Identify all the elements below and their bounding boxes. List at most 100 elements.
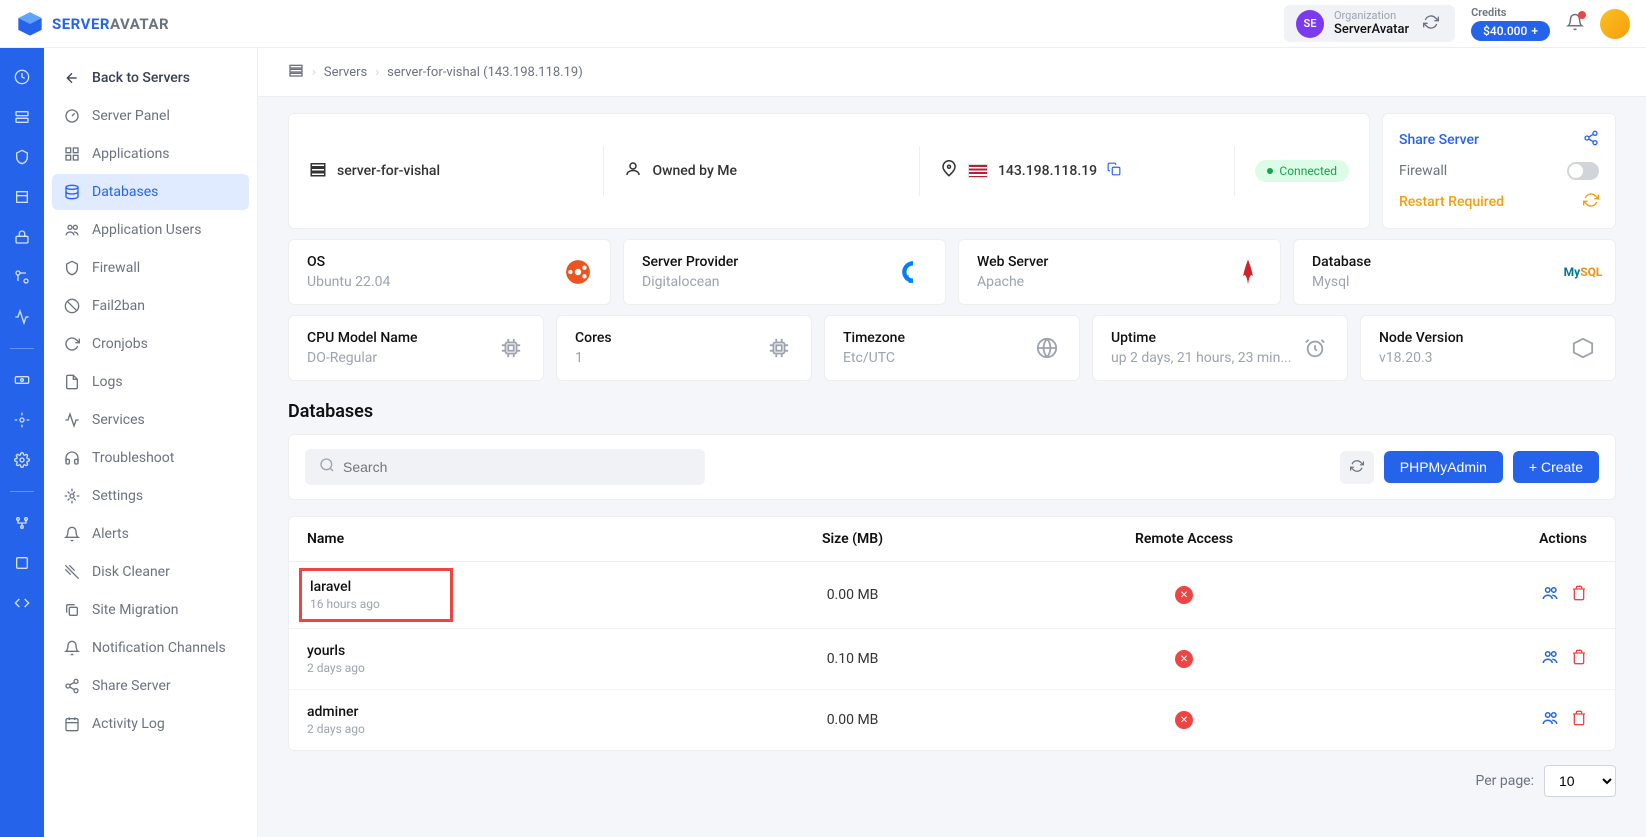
info-card-timezone: TimezoneEtc/UTC bbox=[824, 315, 1080, 381]
info-value: Digitalocean bbox=[642, 274, 738, 290]
users-icon bbox=[64, 222, 80, 238]
refresh-button[interactable] bbox=[1340, 451, 1374, 484]
th-remote: Remote Access bbox=[1018, 517, 1350, 562]
info-row-1: OSUbuntu 22.04Server ProviderDigitalocea… bbox=[288, 239, 1616, 305]
trash-icon[interactable] bbox=[1571, 710, 1587, 730]
copy-icon[interactable] bbox=[1107, 162, 1121, 180]
sidebar-item-activity-log[interactable]: Activity Log bbox=[52, 706, 249, 742]
sidebar-item-troubleshoot[interactable]: Troubleshoot bbox=[52, 440, 249, 476]
credits-label: Credits bbox=[1471, 6, 1550, 19]
cell-name[interactable]: laravel16 hours ago bbox=[289, 562, 687, 629]
sidebar-item-settings[interactable]: Settings bbox=[52, 478, 249, 514]
sidebar-item-site-migration[interactable]: Site Migration bbox=[52, 592, 249, 628]
info-label: Server Provider bbox=[642, 254, 738, 270]
sidebar: Back to Servers Server PanelApplications… bbox=[44, 48, 258, 837]
sidebar-item-application-users[interactable]: Application Users bbox=[52, 212, 249, 248]
credits-pill[interactable]: $40.000 + bbox=[1471, 21, 1550, 41]
breadcrumb: › Servers › server-for-vishal (143.198.1… bbox=[258, 48, 1646, 97]
sidebar-item-label: Activity Log bbox=[92, 716, 165, 732]
restart-icon[interactable] bbox=[1583, 192, 1599, 212]
search-box[interactable] bbox=[305, 449, 705, 485]
info-card-database: DatabaseMysqlMySQL bbox=[1293, 239, 1616, 305]
nav-item-10-icon[interactable] bbox=[13, 451, 31, 469]
breadcrumb-servers[interactable]: Servers bbox=[324, 65, 367, 80]
sidebar-item-disk-cleaner[interactable]: Disk Cleaner bbox=[52, 554, 249, 590]
firewall-toggle[interactable] bbox=[1567, 162, 1599, 180]
nav-item-5-icon[interactable] bbox=[13, 228, 31, 246]
sidebar-item-firewall[interactable]: Firewall bbox=[52, 250, 249, 286]
avatar[interactable] bbox=[1600, 9, 1630, 39]
sidebar-item-label: Troubleshoot bbox=[92, 450, 174, 466]
info-value: DO-Regular bbox=[307, 350, 418, 366]
org-refresh-icon[interactable] bbox=[1419, 10, 1443, 38]
sidebar-item-fail2ban[interactable]: Fail2ban bbox=[52, 288, 249, 324]
sidebar-item-notification-channels[interactable]: Notification Channels bbox=[52, 630, 249, 666]
cell-size: 0.00 MB bbox=[687, 562, 1019, 629]
ubuntu-icon bbox=[564, 258, 592, 286]
arrow-left-icon bbox=[64, 70, 80, 86]
users-action-icon[interactable] bbox=[1541, 584, 1559, 606]
search-input[interactable] bbox=[343, 459, 691, 475]
sidebar-item-share-server[interactable]: Share Server bbox=[52, 668, 249, 704]
breadcrumb-home-icon[interactable] bbox=[288, 62, 304, 82]
logo[interactable]: SERVERAVATAR bbox=[16, 10, 169, 38]
nav-item-13-icon[interactable] bbox=[13, 594, 31, 612]
nav-servers-icon[interactable] bbox=[13, 108, 31, 126]
nav-item-8-icon[interactable] bbox=[13, 371, 31, 389]
cell-remote: ✕ bbox=[1018, 690, 1350, 751]
create-button[interactable]: + Create bbox=[1513, 451, 1599, 483]
info-row-2: CPU Model NameDO-RegularCores1TimezoneEt… bbox=[288, 315, 1616, 381]
node-icon bbox=[1569, 334, 1597, 362]
server-side-panel: Share Server Firewall Restart Required bbox=[1382, 113, 1616, 229]
sidebar-item-databases[interactable]: Databases bbox=[52, 174, 249, 210]
cell-name[interactable]: yourls2 days ago bbox=[289, 629, 687, 690]
database-icon bbox=[64, 184, 80, 200]
nav-dashboard-icon[interactable] bbox=[13, 68, 31, 86]
th-size: Size (MB) bbox=[687, 517, 1019, 562]
sidebar-item-services[interactable]: Services bbox=[52, 402, 249, 438]
nav-item-6-icon[interactable] bbox=[13, 268, 31, 286]
sidebar-item-label: Databases bbox=[92, 184, 158, 200]
log-icon bbox=[64, 716, 80, 732]
sidebar-item-cronjobs[interactable]: Cronjobs bbox=[52, 326, 249, 362]
sidebar-item-label: Alerts bbox=[92, 526, 129, 542]
nav-item-4-icon[interactable] bbox=[13, 188, 31, 206]
sidebar-item-alerts[interactable]: Alerts bbox=[52, 516, 249, 552]
nav-item-3-icon[interactable] bbox=[13, 148, 31, 166]
sidebar-item-logs[interactable]: Logs bbox=[52, 364, 249, 400]
trash-icon[interactable] bbox=[1571, 649, 1587, 669]
sidebar-item-applications[interactable]: Applications bbox=[52, 136, 249, 172]
share-icon bbox=[64, 678, 80, 694]
server-header-card: server-for-vishal Owned by Me 143.198.11… bbox=[288, 113, 1370, 229]
users-action-icon[interactable] bbox=[1541, 709, 1559, 731]
nav-item-7-icon[interactable] bbox=[13, 308, 31, 326]
share-server-link[interactable]: Share Server bbox=[1399, 132, 1479, 148]
nav-item-12-icon[interactable] bbox=[13, 554, 31, 572]
table-row: laravel16 hours ago0.00 MB✕ bbox=[289, 562, 1615, 629]
org-name: ServerAvatar bbox=[1334, 22, 1409, 38]
sidebar-back[interactable]: Back to Servers bbox=[52, 60, 249, 96]
databases-table: Name Size (MB) Remote Access Actions lar… bbox=[288, 516, 1616, 751]
info-card-web-server: Web ServerApache bbox=[958, 239, 1281, 305]
sidebar-item-server-panel[interactable]: Server Panel bbox=[52, 98, 249, 134]
users-action-icon[interactable] bbox=[1541, 648, 1559, 670]
organization-selector[interactable]: SE Organization ServerAvatar bbox=[1284, 5, 1455, 42]
remote-disabled-icon: ✕ bbox=[1175, 711, 1193, 729]
info-label: Uptime bbox=[1111, 330, 1291, 346]
trash-icon[interactable] bbox=[1571, 585, 1587, 605]
th-actions: Actions bbox=[1350, 517, 1615, 562]
phpmyadmin-button[interactable]: PHPMyAdmin bbox=[1384, 451, 1503, 483]
notifications-icon[interactable] bbox=[1566, 13, 1584, 35]
cell-size: 0.00 MB bbox=[687, 690, 1019, 751]
info-card-cores: Cores1 bbox=[556, 315, 812, 381]
grid-icon bbox=[64, 146, 80, 162]
share-icon[interactable] bbox=[1583, 130, 1599, 150]
nav-item-9-icon[interactable] bbox=[13, 411, 31, 429]
heart-icon bbox=[64, 412, 80, 428]
restart-required-link[interactable]: Restart Required bbox=[1399, 194, 1504, 210]
per-page-select[interactable]: 10 bbox=[1544, 765, 1616, 797]
nav-item-11-icon[interactable] bbox=[13, 514, 31, 532]
clock-icon bbox=[64, 336, 80, 352]
sidebar-item-label: Cronjobs bbox=[92, 336, 148, 352]
cell-name[interactable]: adminer2 days ago bbox=[289, 690, 687, 751]
